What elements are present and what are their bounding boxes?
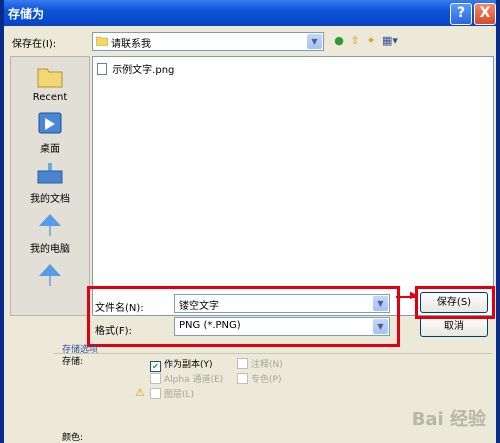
new-folder-icon[interactable]: ✦ <box>364 34 378 48</box>
window-border-right <box>496 0 500 443</box>
dialog-body: 保存在(I): 请联系我 ▼ ● ⇧ ✦ ▦▾ Recent 桌面 我的文档 我… <box>4 26 496 443</box>
highlight-box-save <box>415 286 495 319</box>
file-name: 示例文字.png <box>112 65 175 76</box>
annotations-option[interactable]: 注释(N) <box>237 357 283 370</box>
place-label: 我的文档 <box>30 194 70 205</box>
checkbox-icon[interactable] <box>237 358 248 369</box>
save-as-dialog: 存储为 ? X 保存在(I): 请联系我 ▼ ● ⇧ ✦ ▦▾ Recent 桌… <box>0 0 500 443</box>
help-button[interactable]: ? <box>450 3 472 25</box>
alpha-label: Alpha 通道(E) <box>164 375 224 385</box>
highlight-box-filename <box>87 286 400 347</box>
alpha-option[interactable]: Alpha 通道(E) <box>150 372 223 385</box>
place-recent[interactable]: Recent <box>11 63 89 103</box>
place-my-documents[interactable]: 我的文档 <box>11 161 89 205</box>
as-copy-label: 作为副本(Y) <box>164 360 213 370</box>
place-desktop[interactable]: 桌面 <box>11 111 89 155</box>
place-label: Recent <box>32 92 68 103</box>
annotations-label: 注释(N) <box>251 360 283 370</box>
checkbox-checked-icon[interactable]: ✔ <box>150 361 161 372</box>
place-my-computer[interactable]: 我的电脑 <box>11 211 89 255</box>
my-computer-icon <box>36 211 64 237</box>
title-bar: 存储为 ? X <box>0 0 500 26</box>
save-in-value: 请联系我 <box>111 39 151 50</box>
save-in-dropdown[interactable]: 请联系我 ▼ <box>92 32 324 51</box>
as-copy-option[interactable]: ✔ 作为副本(Y) <box>150 357 213 372</box>
place-network[interactable] <box>11 261 89 287</box>
back-icon[interactable]: ● <box>332 34 346 48</box>
place-label: 桌面 <box>40 144 60 155</box>
watermark-logo: Bai 经验 <box>411 409 486 430</box>
up-folder-icon[interactable]: ⇧ <box>348 34 362 48</box>
folder-icon <box>95 35 109 47</box>
desktop-icon <box>36 111 64 137</box>
layers-label: 图层(L) <box>164 390 195 400</box>
spot-label: 专色(P) <box>251 375 282 385</box>
checkbox-icon[interactable] <box>150 388 161 399</box>
chevron-down-icon[interactable]: ▼ <box>307 34 322 49</box>
options-separator <box>54 353 492 354</box>
warning-icon: ⚠ <box>135 386 145 399</box>
file-list[interactable]: 示例文字.png <box>92 56 494 316</box>
layers-option[interactable]: 图层(L) <box>150 387 194 400</box>
close-button[interactable]: X <box>474 3 496 25</box>
places-bar: Recent 桌面 我的文档 我的电脑 <box>10 56 90 316</box>
cancel-button[interactable]: 取消 <box>420 316 488 337</box>
checkbox-icon[interactable] <box>237 373 248 384</box>
recent-folder-icon <box>36 63 64 89</box>
my-documents-icon <box>36 161 64 187</box>
dialog-title: 存储为 <box>8 7 45 21</box>
storage-label: 存储: <box>62 357 84 367</box>
network-icon <box>36 261 64 287</box>
save-in-label: 保存在(I): <box>12 39 57 50</box>
list-item[interactable]: 示例文字.png <box>97 61 174 76</box>
view-menu-icon[interactable]: ▦▾ <box>380 34 400 48</box>
spot-option[interactable]: 专色(P) <box>237 372 281 385</box>
checkbox-icon[interactable] <box>150 373 161 384</box>
place-label: 我的电脑 <box>30 244 70 255</box>
color-label: 颜色: <box>62 433 84 443</box>
png-file-icon <box>97 63 107 75</box>
